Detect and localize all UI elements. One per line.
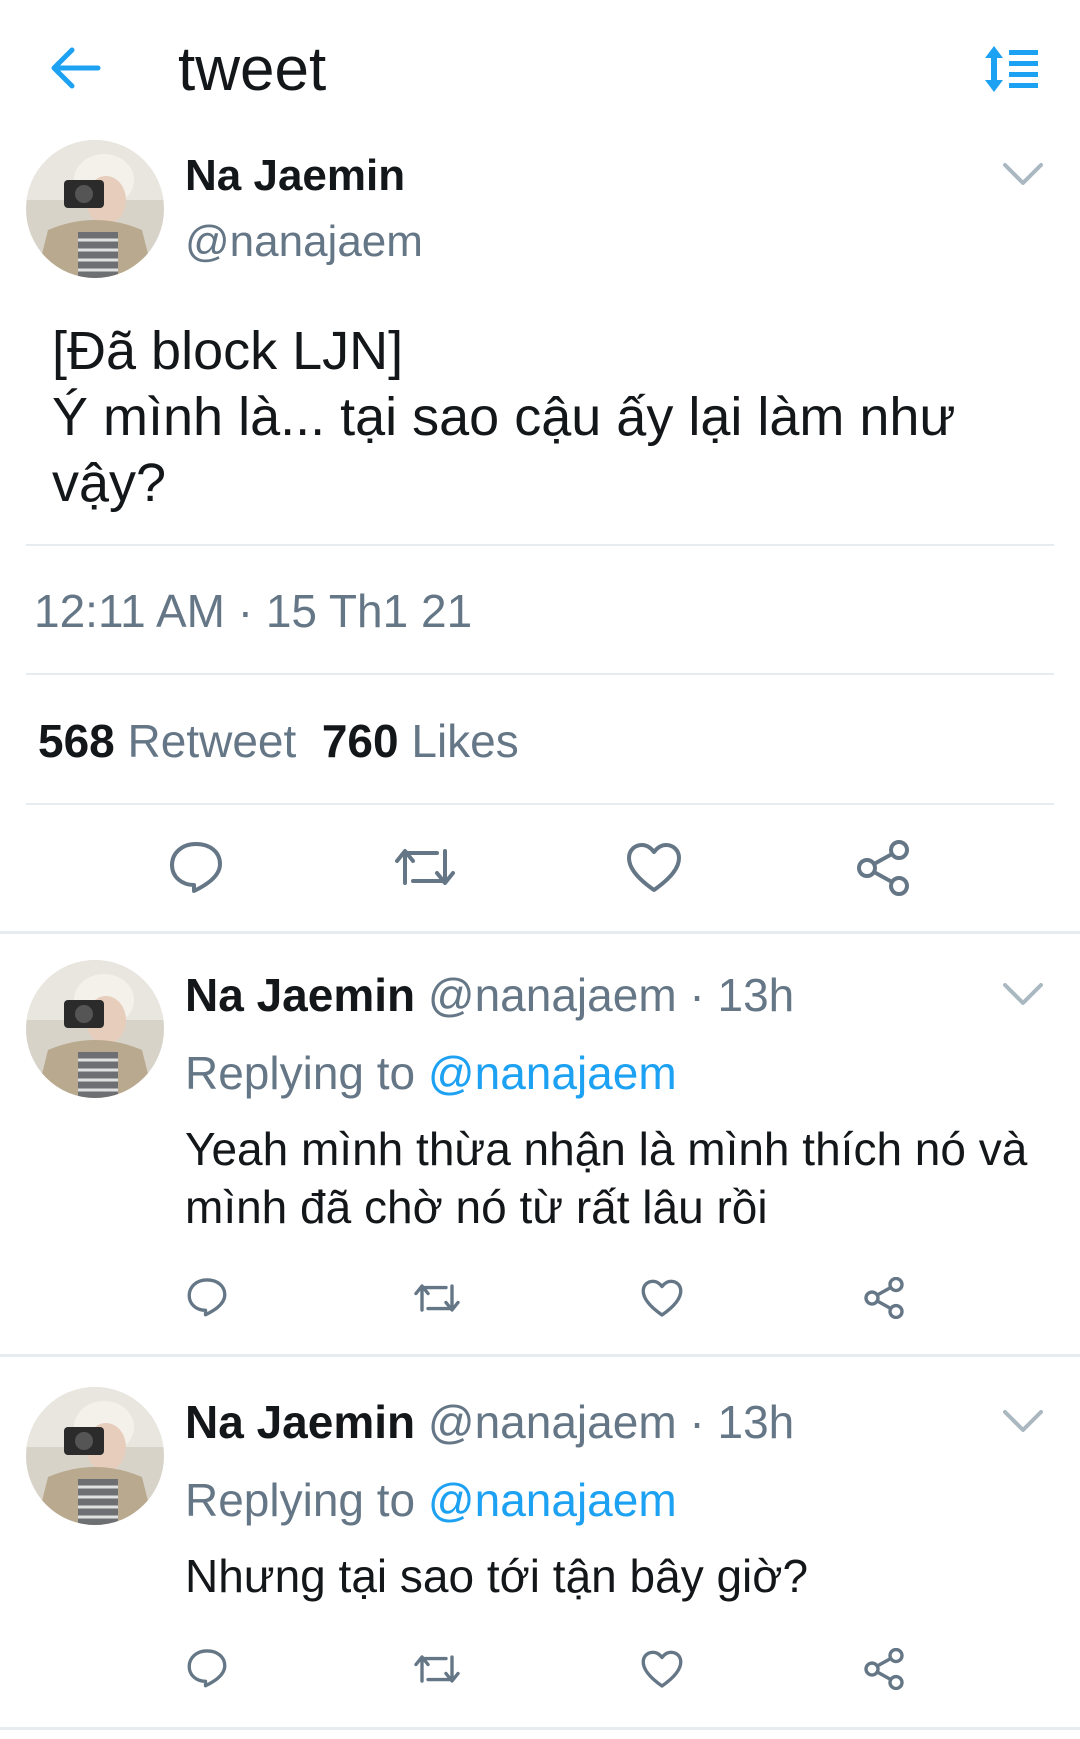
chevron-down-icon[interactable] [1002, 1407, 1044, 1435]
retweet-button[interactable] [413, 1280, 461, 1316]
reply-header: Na Jaemin @nanajaem · 13h [185, 1393, 794, 1451]
like-button[interactable] [641, 1650, 683, 1689]
reply-text: Yeah mình thừa nhận là mình thích nó và … [185, 1123, 1028, 1233]
like-count[interactable]: 760 [322, 715, 399, 767]
reply-meta: @nanajaem · 13h [427, 1396, 795, 1448]
top-bar: tweet [0, 0, 1080, 140]
avatar[interactable] [26, 140, 164, 278]
heart-icon [641, 1650, 683, 1688]
heart-icon [641, 1279, 683, 1317]
author-name[interactable]: Na Jaemin [185, 148, 405, 204]
arrow-left-icon[interactable] [48, 46, 102, 90]
avatar[interactable] [26, 1387, 164, 1525]
chevron-down-icon[interactable] [1002, 980, 1044, 1008]
retweet-button[interactable] [413, 1651, 461, 1687]
retweet-count[interactable]: 568 [38, 715, 115, 767]
replying-prefix: Replying to [185, 1047, 416, 1099]
reply-text: Nhưng tại sao tới tận bây giờ? [185, 1550, 809, 1602]
share-icon [857, 840, 909, 896]
replying-to: Replying to @nanajaem [185, 1471, 677, 1529]
reply-icon [187, 1278, 227, 1317]
share-button[interactable] [855, 840, 911, 896]
replying-handle-link[interactable]: @nanajaem [428, 1047, 677, 1099]
heart-icon [627, 843, 681, 892]
divider [0, 1727, 1080, 1730]
tweet-timestamp: 12:11 AM · 15 Th1 21 [34, 585, 473, 637]
divider [26, 544, 1054, 546]
like-button[interactable] [626, 842, 682, 894]
reply-button[interactable] [168, 840, 224, 894]
page-title: tweet [178, 35, 327, 104]
retweet-icon [395, 849, 455, 885]
like-button[interactable] [641, 1279, 683, 1318]
share-icon [864, 1277, 904, 1319]
like-label[interactable]: Likes [411, 715, 518, 767]
avatar[interactable] [26, 960, 164, 1098]
replying-to: Replying to @nanajaem [185, 1044, 677, 1102]
reply-meta: @nanajaem · 13h [427, 969, 795, 1021]
reply-icon [187, 1649, 227, 1688]
divider [26, 673, 1054, 675]
reply-button[interactable] [186, 1648, 228, 1688]
reply-icon [170, 842, 222, 893]
reply-header: Na Jaemin @nanajaem · 13h [185, 966, 794, 1024]
divider [0, 931, 1080, 934]
tweet-text: [Đã block LJN] Ý mình là... tại sao cậu … [52, 321, 956, 513]
author-name[interactable]: Na Jaemin [185, 969, 415, 1021]
retweet-icon [414, 1655, 460, 1683]
retweet-icon [414, 1284, 460, 1312]
tweet-stats: 568 Retweet 760 Likes [38, 712, 519, 770]
retweet-label[interactable]: Retweet [128, 715, 297, 767]
share-button[interactable] [863, 1648, 905, 1690]
author-handle[interactable]: @nanajaem [185, 214, 423, 270]
retweet-button[interactable] [393, 843, 457, 891]
sort-icon[interactable] [984, 44, 1040, 94]
chevron-down-icon[interactable] [1002, 160, 1044, 188]
replying-handle-link[interactable]: @nanajaem [428, 1474, 677, 1526]
share-icon [864, 1648, 904, 1690]
replying-prefix: Replying to [185, 1474, 416, 1526]
author-name[interactable]: Na Jaemin [185, 1396, 415, 1448]
reply-button[interactable] [186, 1277, 228, 1317]
divider [26, 803, 1054, 805]
divider [0, 1354, 1080, 1357]
share-button[interactable] [863, 1277, 905, 1319]
